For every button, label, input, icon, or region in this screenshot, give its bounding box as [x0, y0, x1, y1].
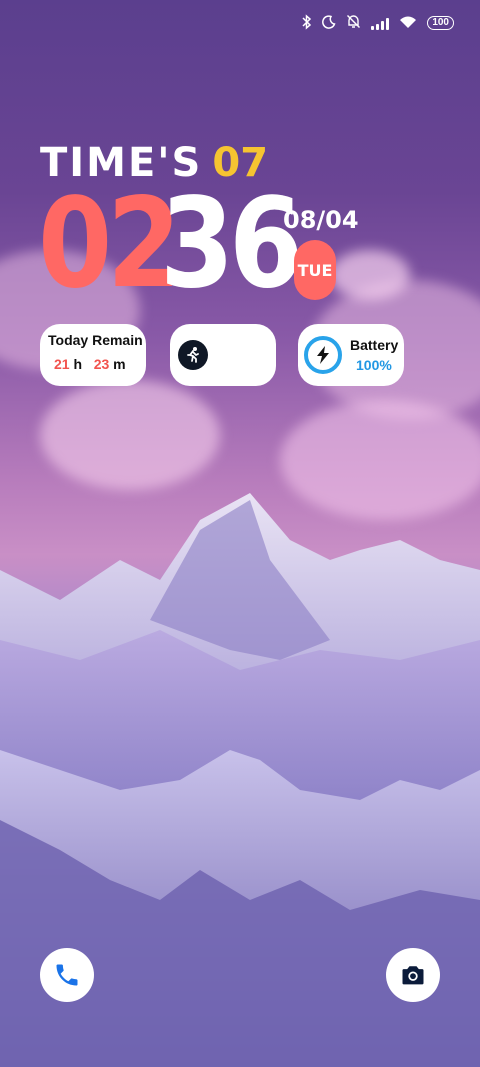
- phone-icon: [56, 964, 78, 986]
- weekday-badge: TUE: [294, 240, 336, 300]
- lightning-bolt-icon: [304, 336, 342, 374]
- clock-hours[interactable]: 02: [38, 182, 181, 306]
- activity-widget[interactable]: [170, 324, 276, 386]
- battery-icon: 100: [427, 16, 454, 30]
- bluetooth-icon: [302, 13, 312, 33]
- remain-minutes-unit: m: [113, 356, 126, 372]
- battery-text: Battery 100%: [350, 337, 398, 373]
- do-not-disturb-moon-icon: [322, 14, 336, 32]
- clock-minutes[interactable]: 36: [160, 182, 303, 306]
- status-bar: 100: [302, 10, 454, 36]
- clock-date: 08/04: [283, 206, 359, 234]
- signal-icon: [371, 17, 390, 30]
- battery-widget[interactable]: Battery 100%: [298, 324, 404, 386]
- wifi-icon: [399, 15, 417, 32]
- battery-label: Battery: [350, 337, 399, 353]
- camera-icon: [402, 966, 424, 985]
- remain-hours-unit: h: [73, 356, 83, 372]
- silent-bell-icon: [346, 14, 361, 32]
- today-remain-widget[interactable]: Today Remain 21 h 23 m: [40, 324, 146, 386]
- phone-shortcut-button[interactable]: [40, 948, 94, 1002]
- remain-minutes: 23: [93, 356, 110, 372]
- battery-percent: 100%: [356, 357, 392, 373]
- running-person-icon: [178, 340, 208, 370]
- today-remain-label: Today Remain: [48, 332, 143, 348]
- remain-hours: 21: [54, 356, 70, 372]
- today-remain-value: 21 h 23 m: [54, 356, 146, 372]
- camera-shortcut-button[interactable]: [386, 948, 440, 1002]
